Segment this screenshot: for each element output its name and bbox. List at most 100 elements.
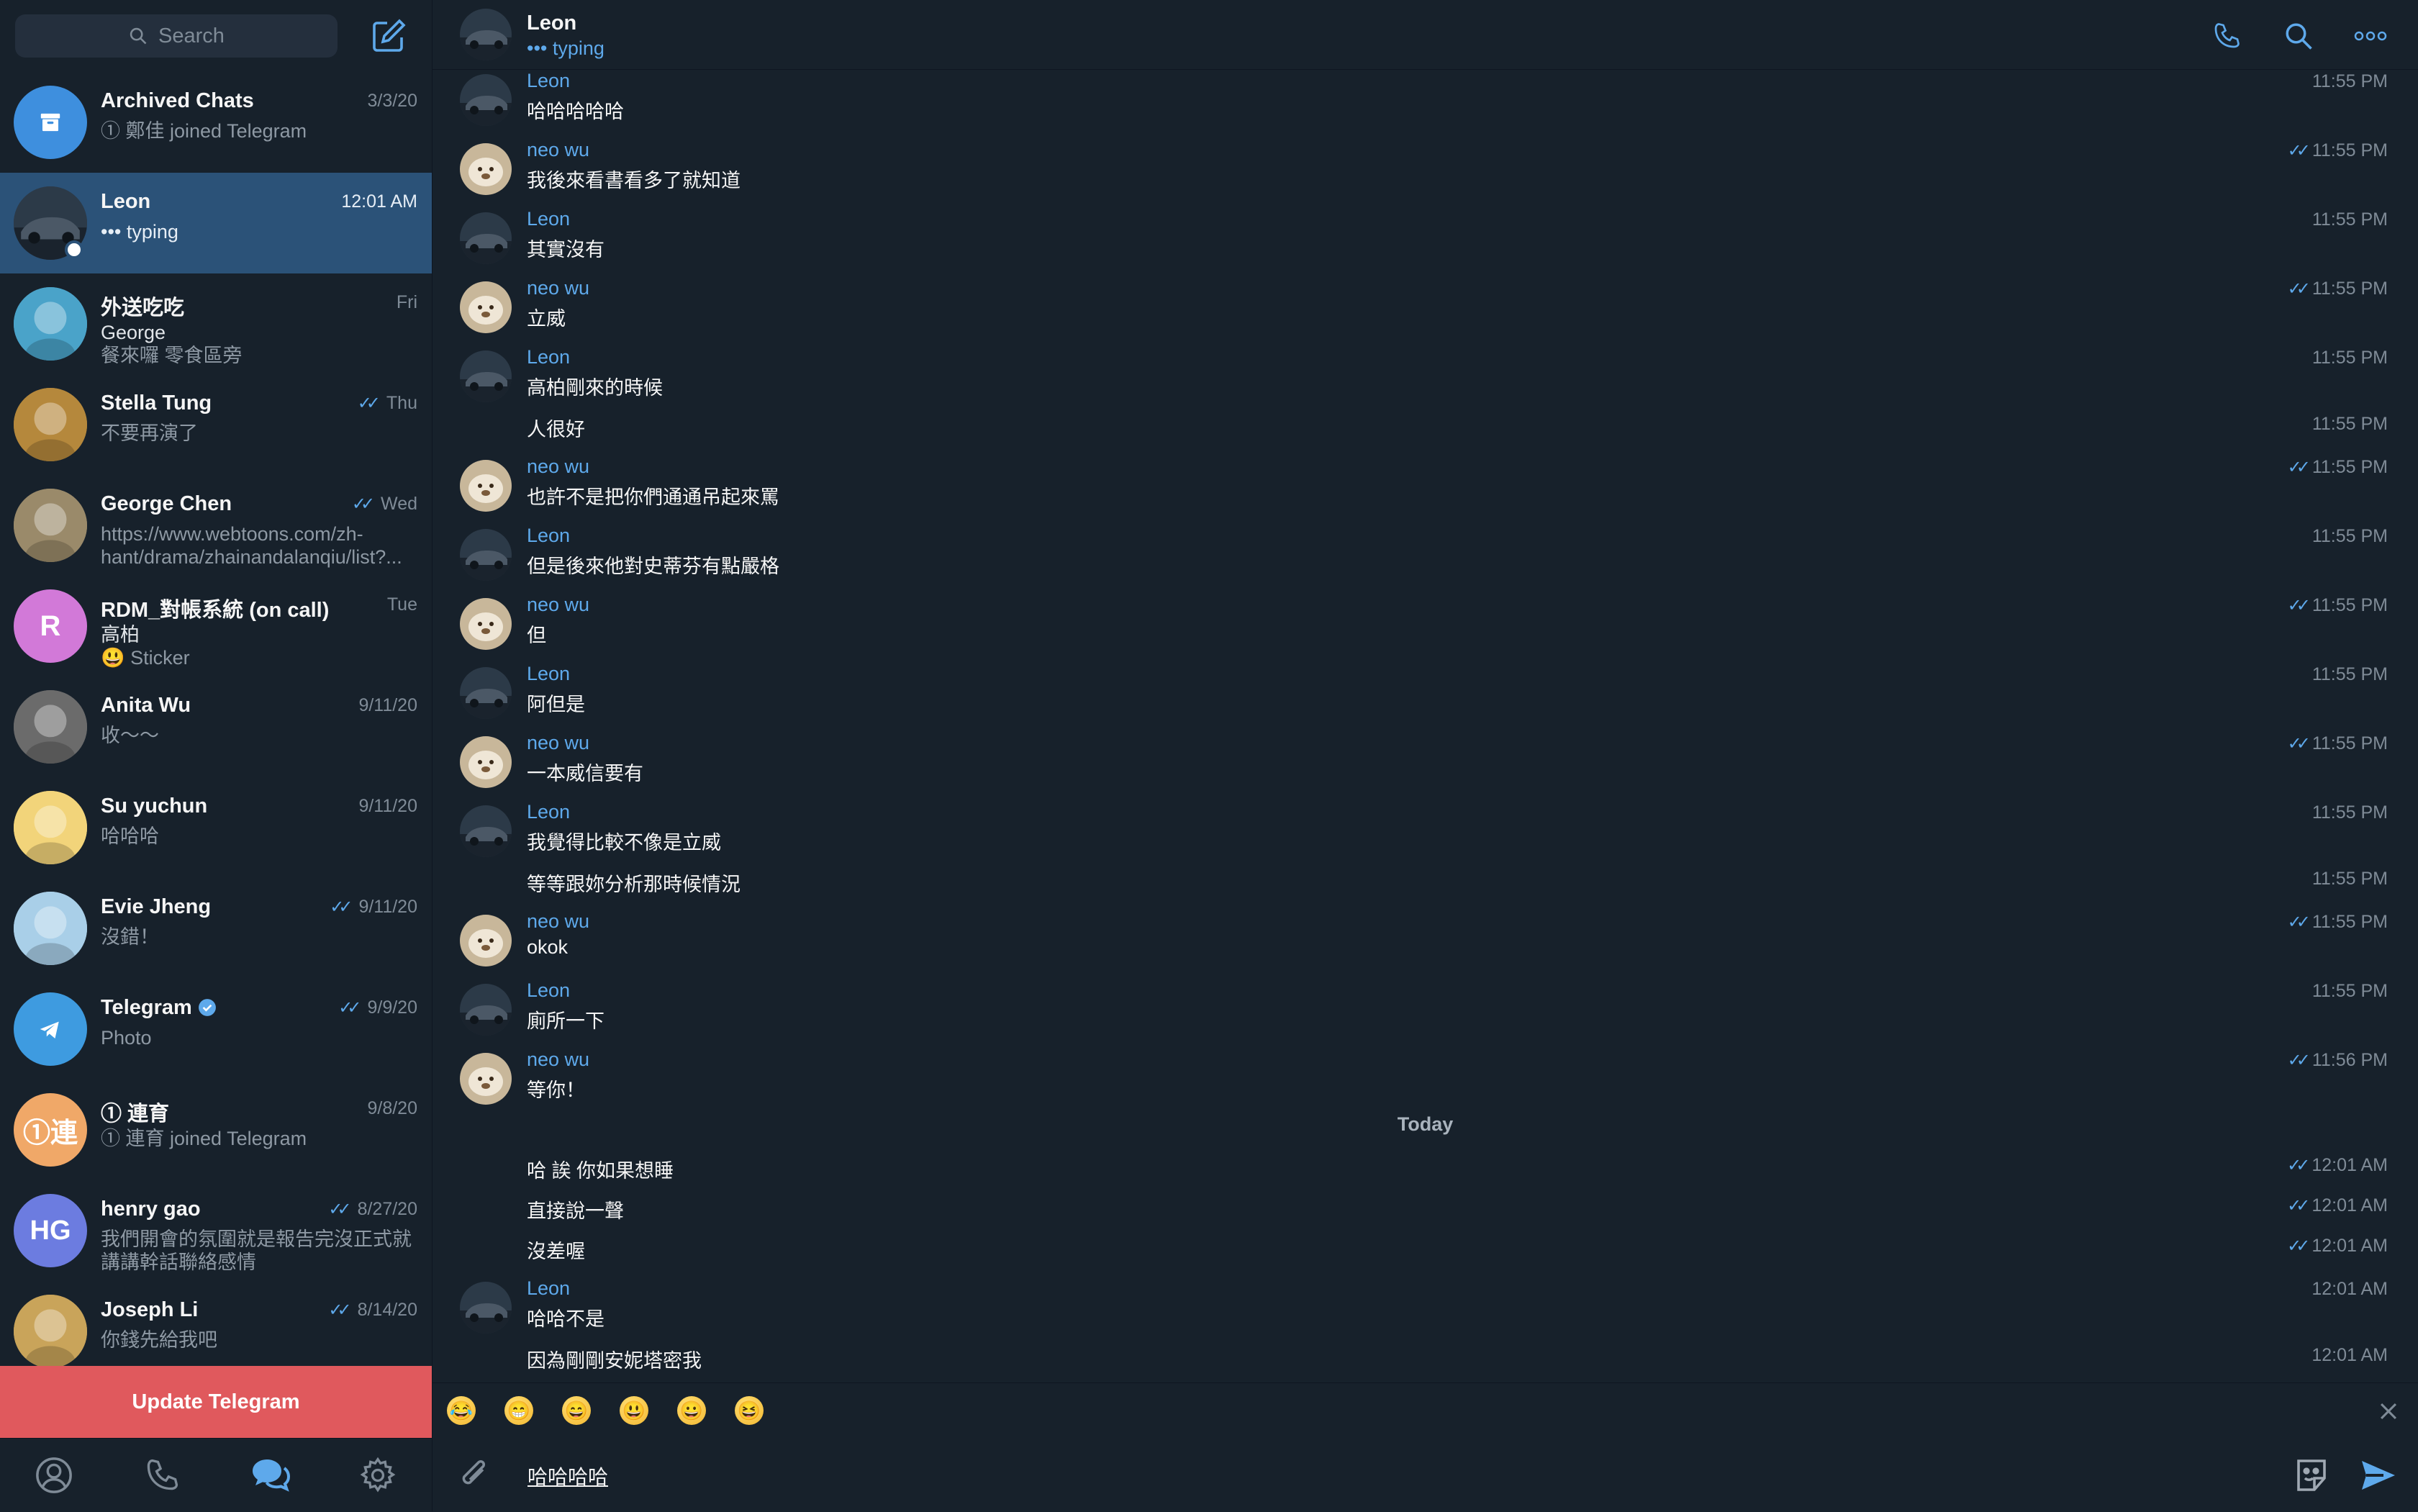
message-text[interactable]: 我後來看書看多了就知道 <box>527 165 741 193</box>
message-text[interactable]: 其實沒有 <box>527 234 604 262</box>
message: Leon 哈哈不是 12:01 AM <box>433 1266 2418 1335</box>
emoji-suggestion[interactable]: 😂 <box>447 1396 476 1425</box>
message-time-text: 11:55 PM <box>2311 981 2388 1001</box>
message-text[interactable]: 阿但是 <box>527 689 585 717</box>
emoji-suggestion[interactable]: 😁 <box>504 1396 533 1425</box>
more-options-button[interactable] <box>2352 17 2389 55</box>
emoji-suggestion[interactable]: 😃 <box>620 1396 648 1425</box>
send-icon[interactable] <box>2358 1455 2398 1495</box>
message-time-text: 11:55 PM <box>2311 802 2388 823</box>
avatar[interactable] <box>460 1282 512 1334</box>
chat-name: Evie Jheng <box>101 895 345 919</box>
pug-photo <box>14 489 87 562</box>
message-text[interactable]: okok <box>527 936 568 959</box>
update-telegram-button[interactable]: Update Telegram <box>0 1366 432 1438</box>
message-text[interactable]: 但 <box>527 620 546 648</box>
avatar[interactable] <box>460 460 512 512</box>
attach-icon[interactable] <box>454 1455 494 1495</box>
chat-list-item[interactable]: Anita Wu 9/11/20 收～～ <box>0 676 432 777</box>
emoji-suggestion[interactable]: 😄 <box>562 1396 591 1425</box>
avatar[interactable] <box>460 805 512 857</box>
chat-list-item[interactable]: 外送吃吃 Fri George 餐來囉 零食區旁 <box>0 273 432 374</box>
avatar[interactable] <box>460 212 512 264</box>
chat-list-item[interactable]: Telegram ✓✓ 9/9/20 Photo <box>0 979 432 1079</box>
message-text[interactable]: 哈 誒 你如果想睡 <box>527 1155 674 1183</box>
chat-list-item[interactable]: R RDM_對帳系統 (on call) Tue 高柏 😃 Sticker <box>0 576 432 676</box>
message: 沒差喔 ✓✓ 12:01 AM <box>433 1226 2418 1266</box>
avatar[interactable] <box>460 281 512 333</box>
message-text[interactable]: 等你！ <box>527 1074 585 1103</box>
avatar[interactable] <box>460 529 512 581</box>
message-sender: neo wu <box>527 594 590 615</box>
sticker-icon[interactable] <box>2291 1455 2332 1495</box>
message-text[interactable]: 等等跟妳分析那時候情況 <box>527 869 741 897</box>
chat-list-item[interactable]: Joseph Li ✓✓ 8/14/20 你錢先給我吧 <box>0 1281 432 1366</box>
message-time-text: 11:55 PM <box>2311 595 2388 615</box>
chat-list-item[interactable]: ①連 ① 連育 9/8/20 ① 連育 joined Telegram <box>0 1079 432 1180</box>
message-time: 11:55 PM <box>2312 664 2388 685</box>
message-text[interactable]: 哈哈不是 <box>527 1303 604 1331</box>
avatar[interactable] <box>460 143 512 195</box>
message-text[interactable]: 沒差喔 <box>527 1236 585 1264</box>
chat-list-item[interactable]: HG henry gao ✓✓ 8/27/20 我們開會的氛圍就是報告完沒正式就講講幹話… <box>0 1180 432 1281</box>
double-check-icon: ✓✓ <box>328 1200 351 1219</box>
double-check-icon: ✓✓ <box>2287 1196 2310 1216</box>
tab-chats[interactable] <box>248 1454 291 1497</box>
message-text[interactable]: 哈哈哈哈哈 <box>527 96 624 124</box>
chat-name: Leon <box>101 190 345 214</box>
emoji-suggestion[interactable]: 😀 <box>677 1396 706 1425</box>
chat-list-item[interactable]: Evie Jheng ✓✓ 9/11/20 沒錯！ <box>0 878 432 979</box>
emoji-suggestion[interactable]: 😆 <box>735 1396 764 1425</box>
avatar[interactable] <box>460 915 512 966</box>
message-text[interactable]: 直接說一聲 <box>527 1195 624 1223</box>
avatar[interactable] <box>460 350 512 402</box>
avatar[interactable] <box>460 667 512 719</box>
chat-list-item[interactable]: Su yuchun 9/11/20 哈哈哈 <box>0 777 432 878</box>
preview-text: 哈哈哈 <box>101 825 159 847</box>
tab-settings[interactable] <box>356 1454 399 1497</box>
message: Leon 我覺得比較不像是立威 11:55 PM <box>433 789 2418 859</box>
phone-icon <box>147 1459 178 1490</box>
avatar[interactable] <box>460 74 512 126</box>
message-text[interactable]: 人很好 <box>527 414 585 442</box>
avatar[interactable] <box>460 1053 512 1105</box>
avatar[interactable] <box>460 984 512 1036</box>
avatar[interactable] <box>460 736 512 788</box>
chat-list-item[interactable]: Leon 12:01 AM ••• typing <box>0 173 432 273</box>
sidebar: Search Archived Chats 3/3/20 ① 鄭佳 joined T… <box>0 0 433 1512</box>
search-input[interactable]: Search <box>15 14 338 58</box>
chat-list-item[interactable]: Archived Chats 3/3/20 ① 鄭佳 joined Telegram <box>0 72 432 173</box>
double-check-icon: ✓✓ <box>2287 279 2311 299</box>
message-text[interactable]: 我覺得比較不像是立威 <box>527 827 721 855</box>
avatar[interactable] <box>460 9 512 60</box>
chat-name-text: Anita Wu <box>101 694 191 717</box>
chat-list-item[interactable]: Stella Tung ✓✓ Thu 不要再演了 <box>0 374 432 475</box>
chat-name-text: Su yuchun <box>101 795 208 818</box>
avatar[interactable] <box>460 598 512 650</box>
chat-list-item[interactable]: George Chen ✓✓ Wed https://www.webtoons.com… <box>0 475 432 576</box>
illustration-photo <box>14 892 87 965</box>
chat-preview: 我們開會的氛圍就是報告完沒正式就講講幹話聯絡感情 <box>101 1228 416 1274</box>
call-button[interactable] <box>2208 17 2245 55</box>
compose-button[interactable] <box>368 16 409 56</box>
chat-date: ✓✓ Wed <box>352 494 417 515</box>
message-time: ✓✓ 11:55 PM <box>2288 912 2388 933</box>
search-chat-button[interactable] <box>2280 17 2317 55</box>
message-text[interactable]: 立威 <box>527 303 566 331</box>
chat-name: Joseph Li <box>101 1298 345 1322</box>
message-time-text: 11:55 PM <box>2311 664 2388 684</box>
message-text[interactable]: 也許不是把你們通通吊起來罵 <box>527 481 779 510</box>
message-text[interactable]: 一本威信要有 <box>527 758 643 786</box>
message-input[interactable] <box>526 1461 2256 1491</box>
message-text[interactable]: 但是後來他對史蒂芬有點嚴格 <box>527 551 779 579</box>
avatar <box>14 791 87 864</box>
message-text[interactable]: 廁所一下 <box>527 1005 604 1033</box>
message-text[interactable]: 因為剛剛安妮塔密我 <box>527 1345 702 1373</box>
avatar <box>14 388 87 461</box>
close-icon[interactable] <box>2376 1399 2401 1423</box>
search-icon <box>2286 23 2312 50</box>
tab-calls[interactable] <box>140 1454 184 1497</box>
message-time: 11:55 PM <box>2312 209 2388 230</box>
tab-contacts[interactable] <box>32 1454 76 1497</box>
message-text[interactable]: 高柏剛來的時候 <box>527 372 663 400</box>
